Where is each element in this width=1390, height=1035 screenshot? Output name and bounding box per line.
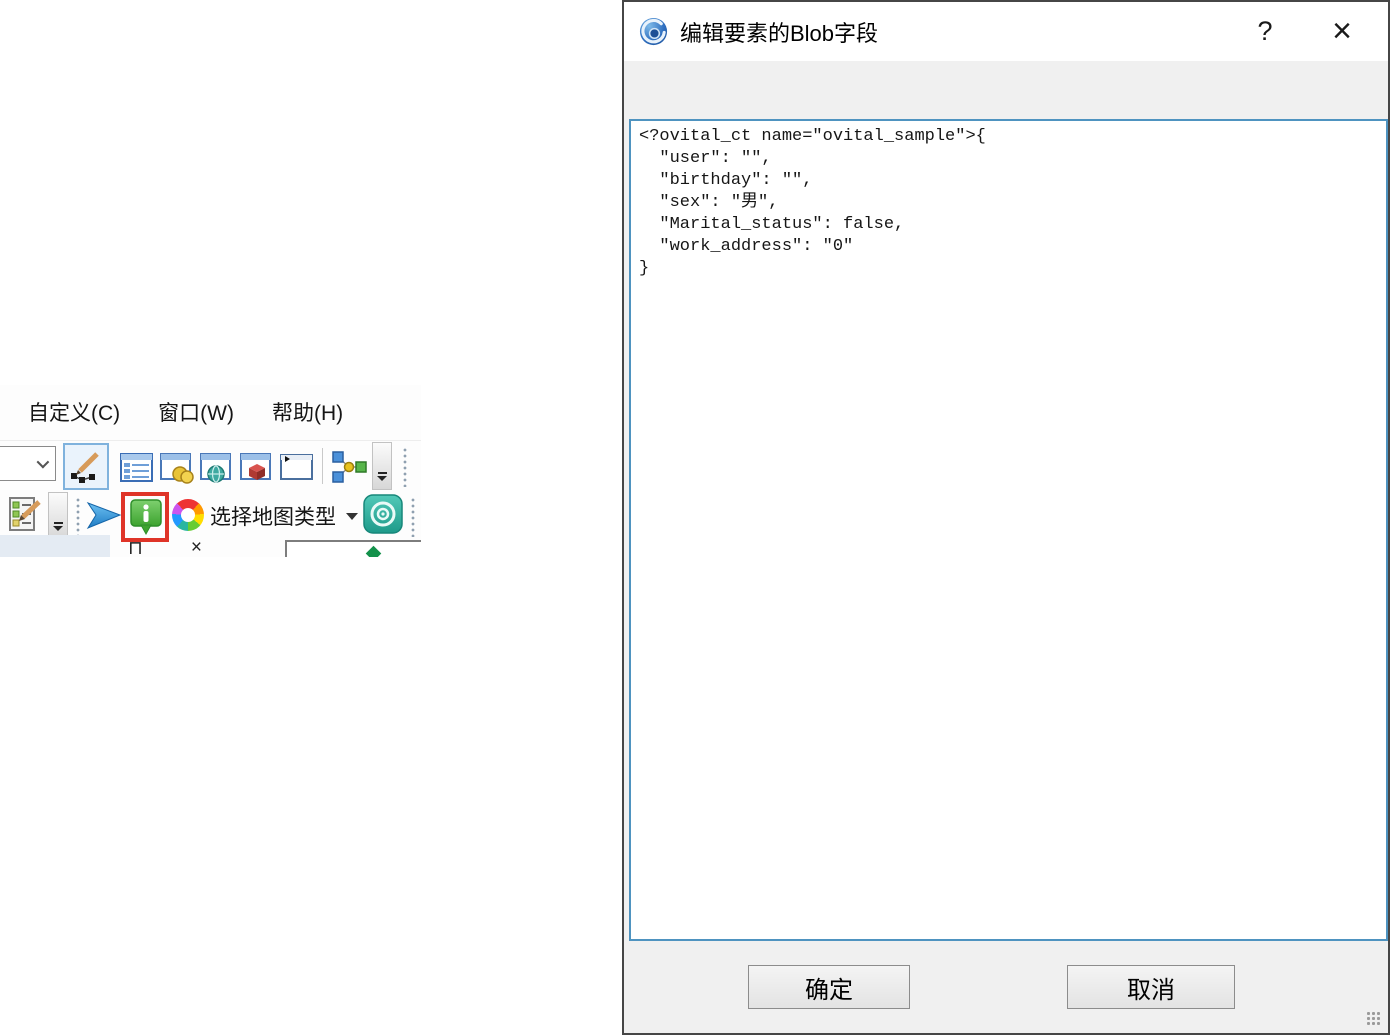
menu-bar: 自定义(C) 窗口(W) 帮助(H) [0, 393, 421, 431]
screenshot-stage: 自定义(C) 窗口(W) 帮助(H) [0, 0, 1390, 1035]
dialog-title: 编辑要素的Blob字段 [680, 16, 878, 48]
blue-arrow-icon [85, 498, 123, 532]
node-graph-icon [331, 449, 367, 485]
attribute-table-button[interactable] [117, 448, 155, 486]
data-cost-window-button[interactable] [157, 448, 195, 486]
edit-polyline-button[interactable] [63, 443, 109, 490]
panel-close-icon[interactable]: × [191, 537, 202, 557]
toolbar-overflow-button-2[interactable] [48, 492, 68, 540]
toolbar-grip-3[interactable] [411, 497, 415, 537]
checklist-edit-button[interactable] [4, 494, 46, 536]
ovital-logo-icon [638, 16, 669, 47]
toolbar-overflow-button[interactable] [372, 442, 392, 490]
panel-buttons: ⊓ × [128, 537, 202, 557]
toolbar-grip[interactable] [403, 447, 407, 487]
globe-window-icon [199, 450, 234, 485]
blob-textarea[interactable]: <?ovital_ct name="ovital_sample">{ "user… [631, 121, 1386, 939]
compass-target-icon [362, 493, 404, 535]
node-graph-button[interactable] [330, 448, 368, 486]
dialog-edit-blob-field: 编辑要素的Blob字段 ? × <?ovital_ct name="ovital… [622, 0, 1390, 1035]
panel-pin-icon[interactable]: ⊓ [128, 537, 143, 557]
panel-strip [0, 535, 110, 557]
close-button[interactable]: × [1314, 2, 1370, 61]
map-type-selector[interactable]: 选择地图类型 [210, 496, 358, 536]
toolbar-grip-2[interactable] [76, 497, 80, 537]
scale-combobox[interactable] [0, 446, 56, 481]
web-window-button[interactable] [197, 448, 235, 486]
blob-field-container: <?ovital_ct name="ovital_sample">{ "user… [629, 119, 1388, 941]
overflow-arrow-icon [377, 476, 387, 481]
object-window-button[interactable] [237, 448, 275, 486]
overflow-arrow-icon [53, 526, 63, 531]
grid-window-icon [119, 450, 154, 485]
color-settings-button[interactable] [169, 496, 207, 534]
green-diamond-marker [366, 546, 382, 557]
console-window-button[interactable] [277, 448, 315, 486]
map-type-label: 选择地图类型 [210, 501, 336, 531]
send-button[interactable] [84, 496, 124, 534]
polyline-pencil-icon [68, 449, 104, 485]
menu-item-window[interactable]: 窗口(W) [158, 397, 234, 427]
feature-info-button[interactable] [127, 497, 165, 537]
menu-item-customize[interactable]: 自定义(C) [28, 397, 120, 427]
map-panel-corner [285, 540, 421, 557]
overflow-bar [378, 472, 387, 474]
dropdown-arrow-icon [346, 513, 358, 520]
cancel-button[interactable]: 取消 [1067, 965, 1235, 1009]
info-bubble-icon [129, 498, 163, 536]
chevron-down-icon [37, 456, 50, 469]
toolbar-separator [322, 448, 323, 484]
ok-button[interactable]: 确定 [748, 965, 910, 1009]
coins-window-icon [159, 450, 194, 485]
toolbar-fragment: 自定义(C) 窗口(W) 帮助(H) [0, 385, 421, 557]
box-window-icon [239, 450, 274, 485]
help-button[interactable]: ? [1240, 2, 1290, 61]
resize-grip[interactable] [1366, 1011, 1382, 1027]
checklist-pencil-icon [5, 495, 45, 535]
color-wheel-icon [172, 499, 204, 531]
console-window-icon [279, 450, 314, 485]
locate-button[interactable] [361, 492, 405, 536]
menu-item-help[interactable]: 帮助(H) [272, 397, 343, 427]
overflow-bar [54, 522, 63, 524]
toolbar-row-1 [0, 440, 421, 490]
